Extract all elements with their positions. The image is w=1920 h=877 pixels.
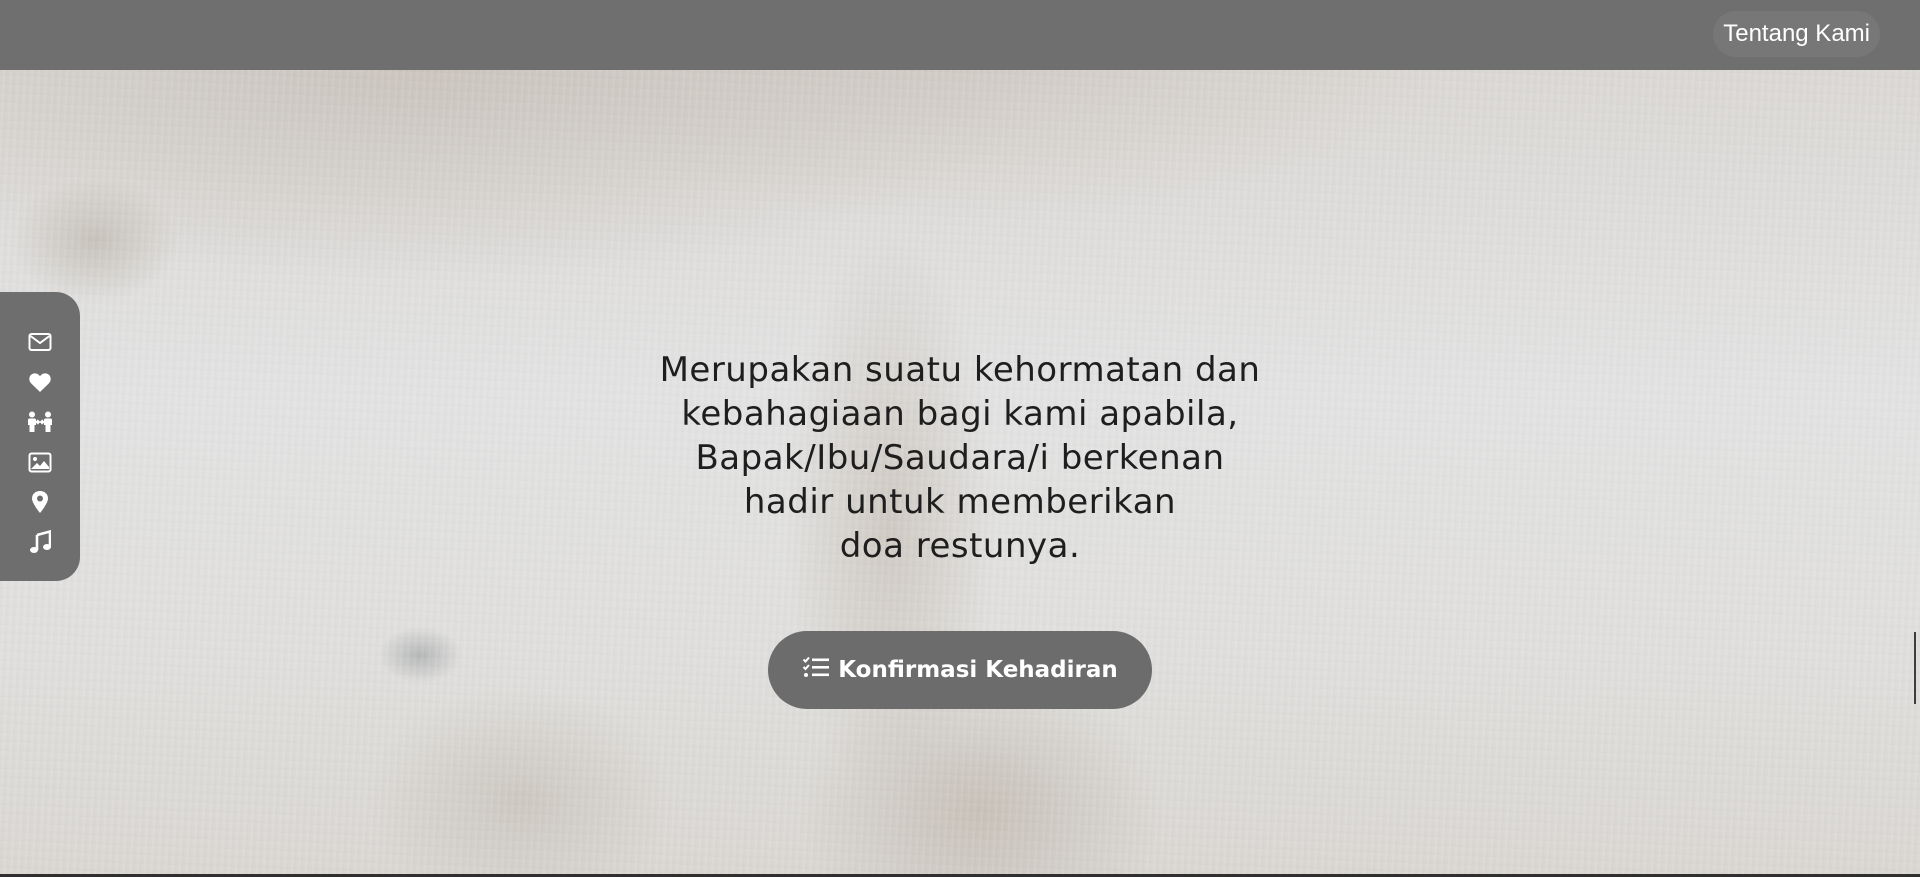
rsvp-button[interactable]: Konfirmasi Kehadiran (768, 631, 1152, 709)
rsvp-button-label: Konfirmasi Kehadiran (838, 657, 1118, 683)
map-pin-icon (31, 490, 49, 514)
side-menu-heart[interactable] (20, 362, 60, 402)
envelope-icon (28, 332, 52, 352)
side-menu-couple[interactable] (20, 402, 60, 442)
side-menu (0, 292, 80, 581)
scroll-indicator (1914, 632, 1916, 704)
checklist-icon (802, 656, 830, 684)
side-menu-music[interactable] (20, 522, 60, 562)
message-line: Merupakan suatu kehormatan dan (659, 350, 1261, 390)
top-navbar: Tentang Kami (0, 0, 1920, 70)
page: Tentang Kami Merupakan suatu kehormatan … (0, 0, 1920, 877)
image-icon (28, 452, 52, 473)
nav-link-tentang-kami[interactable]: Tentang Kami (1713, 11, 1880, 57)
side-menu-location[interactable] (20, 482, 60, 522)
message-line: kebahagiaan bagi kami apabila, (681, 394, 1239, 434)
music-icon (29, 530, 51, 554)
invitation-message-block: Merupakan suatu kehormatan dan kebahagia… (560, 348, 1360, 568)
message-line: Bapak/Ibu/Saudara/i berkenan (695, 438, 1225, 478)
heart-icon (28, 371, 52, 393)
couple-icon (26, 411, 54, 433)
side-menu-gallery[interactable] (20, 442, 60, 482)
message-line: hadir untuk memberikan (743, 482, 1177, 522)
invitation-message: Merupakan suatu kehormatan dan kebahagia… (560, 348, 1360, 568)
message-line: doa restunya. (839, 526, 1081, 566)
side-menu-envelope[interactable] (20, 322, 60, 362)
